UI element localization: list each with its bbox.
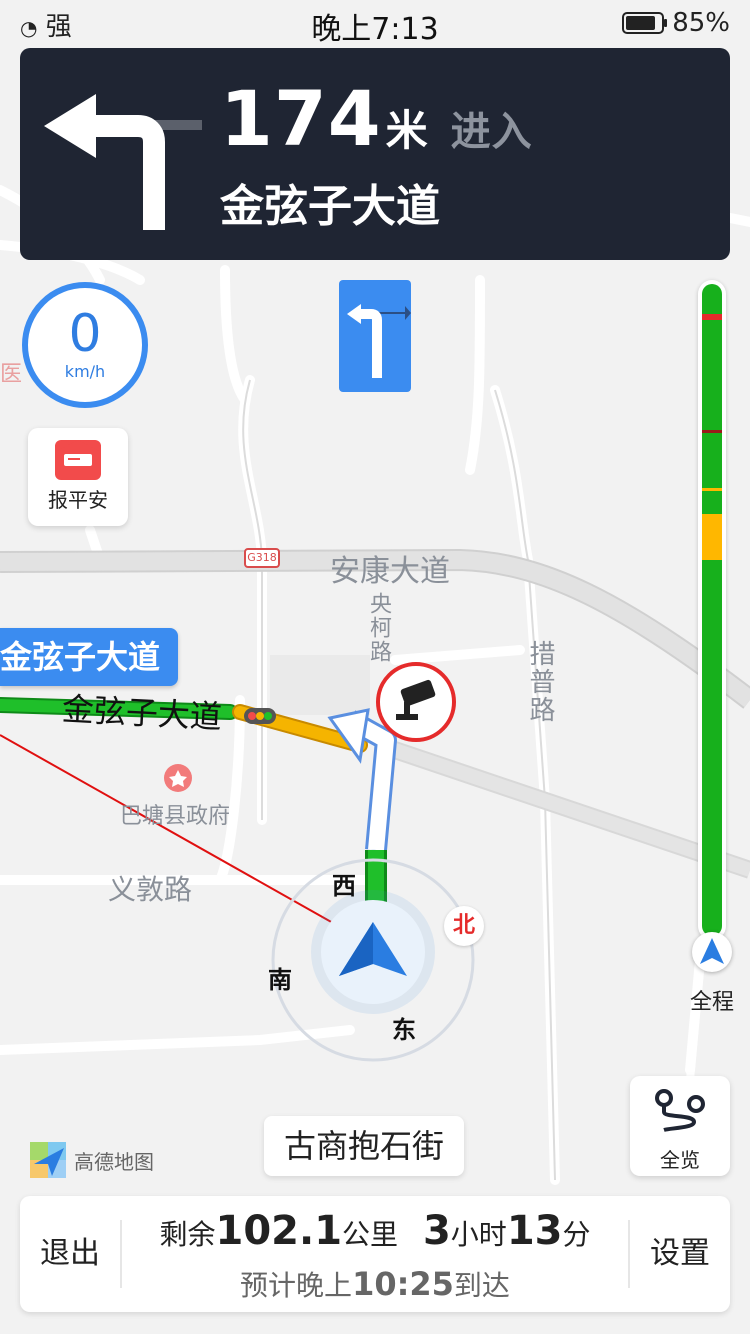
report-safe-label: 报平安: [48, 488, 108, 512]
eta-time: 10:25: [352, 1265, 454, 1303]
map-label-yangke-road: 央柯路: [366, 592, 391, 664]
map-label-hospital: 医: [0, 362, 23, 387]
route-overview-label: 全览: [660, 1148, 700, 1172]
distance-readout: 174米 进入: [220, 74, 533, 163]
maneuver-action: 进入: [450, 109, 533, 155]
highway-shield-g318: G318: [247, 551, 277, 564]
eta-prefix: 预计晚上: [240, 1269, 353, 1302]
compass-north-label: 北: [452, 913, 475, 938]
next-road-name: 金弦子大道: [220, 181, 440, 232]
remaining-summary: 剩余102.1公里 3小时13分: [120, 1208, 630, 1254]
eta-summary: 预计晚上10:25到达: [120, 1264, 630, 1304]
speed-indicator: 0 km/h: [22, 282, 148, 408]
guidance-card[interactable]: 174米 进入 金弦子大道: [20, 48, 730, 260]
exit-button[interactable]: 退出: [20, 1196, 120, 1312]
amap-logo-icon: [30, 1142, 66, 1178]
vehicle-position-icon: [339, 922, 407, 976]
amap-logo: 高德地图: [30, 1142, 154, 1178]
compass-west: 西: [332, 872, 356, 900]
battery-percent: 85%: [672, 8, 730, 38]
battery-fill: [626, 16, 656, 30]
compass-east: 东: [392, 1016, 416, 1044]
current-road-name: 古商抱石街: [264, 1116, 465, 1176]
turn-left-arrow-icon: [44, 94, 202, 230]
map-label-jinxianzi-road: 金弦子大道: [61, 689, 223, 737]
remaining-prefix: 剩余: [159, 1218, 216, 1251]
speed-value: 0: [68, 304, 102, 364]
traffic-segment-congested: [702, 430, 722, 433]
hours-unit: 小时: [450, 1218, 507, 1251]
battery-indicator: 85%: [622, 8, 730, 38]
remaining-hours: 3: [422, 1208, 451, 1254]
battery-icon: [622, 12, 668, 34]
distance-value: 174: [220, 74, 382, 163]
route-road-tag-label: 金弦子大道: [0, 638, 161, 676]
distance-unit: 米: [385, 106, 429, 155]
remaining-distance-unit: 公里: [342, 1218, 399, 1251]
camera-icon: [396, 679, 436, 720]
map-label-ankang-road: 安康大道: [330, 554, 450, 589]
traffic-bar-label: 全程: [689, 990, 734, 1015]
traffic-bar-frame: [698, 280, 726, 940]
map-label-yidun-road: 义敦路: [108, 873, 193, 906]
settings-button[interactable]: 设置: [630, 1196, 730, 1312]
compass-south: 南: [268, 966, 292, 994]
lane-guidance: [339, 280, 411, 392]
speed-unit: km/h: [64, 362, 106, 381]
map-label-government: 巴塘县政府: [120, 804, 231, 829]
remaining-distance: 102.1: [215, 1208, 343, 1254]
compass-north: 北: [444, 906, 484, 946]
traffic-bar-track: [702, 284, 722, 936]
speed-camera-marker[interactable]: [376, 662, 456, 742]
remaining-minutes: 13: [506, 1208, 563, 1254]
map-label-cuopu-road: 措普路: [525, 640, 555, 724]
eta-suffix: 到达: [453, 1269, 510, 1302]
amap-logo-text: 高德地图: [74, 1149, 154, 1174]
status-bar: ◔ 强 晚上7:13 85%: [0, 0, 750, 48]
trip-summary-bar: 退出 剩余102.1公里 3小时13分 预计晚上10:25到达 设置: [20, 1196, 730, 1312]
traffic-bar-position-icon: [692, 932, 732, 972]
traffic-light-icon: [244, 708, 276, 724]
mail-envelope-icon: [55, 440, 101, 480]
route-overview-icon: [655, 1089, 705, 1132]
left-turn-lane-icon: [347, 304, 411, 378]
minutes-unit: 分: [562, 1218, 591, 1251]
route-overview-button[interactable]: 全览: [630, 1076, 730, 1176]
report-safe-button[interactable]: 报平安: [28, 428, 128, 526]
route-road-tag[interactable]: 金弦子大道: [0, 628, 179, 686]
route-traffic-bar[interactable]: [692, 280, 732, 960]
traffic-segment-slow: [702, 514, 722, 560]
traffic-segment-slow: [702, 488, 722, 491]
traffic-segment-congested: [702, 314, 722, 320]
